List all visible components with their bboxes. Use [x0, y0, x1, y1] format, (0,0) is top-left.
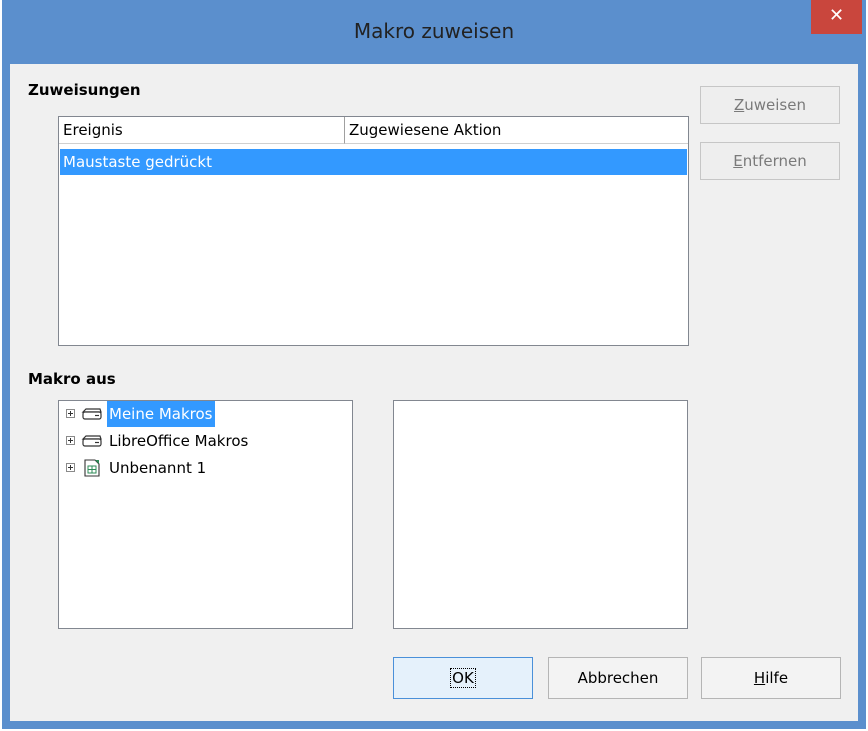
tree-item-my-macros[interactable]: Meine Makros — [59, 401, 352, 427]
macro-library-tree[interactable]: Meine Makros LibreOffice Makros Unbenann… — [58, 400, 353, 629]
tree-item-libreoffice-macros[interactable]: LibreOffice Makros — [59, 428, 352, 454]
assignments-label: Zuweisungen — [28, 81, 141, 99]
remove-button[interactable]: Entfernen — [700, 142, 840, 180]
assignments-list[interactable]: Ereignis Zugewiesene Aktion Maustaste ge… — [58, 116, 689, 346]
dialog-title: Makro zuweisen — [353, 19, 515, 43]
event-cell: Maustaste gedrückt — [63, 153, 212, 171]
dialog-window: Makro zuweisen ✕ Zuweisungen Ereignis Zu… — [2, 0, 866, 729]
tree-item-label: Unbenannt 1 — [109, 459, 207, 477]
tree-item-label: LibreOffice Makros — [109, 432, 249, 450]
expand-icon[interactable] — [66, 463, 75, 472]
tree-item-label: Meine Makros — [107, 401, 215, 427]
macro-from-label: Makro aus — [28, 370, 116, 388]
assign-button[interactable]: Zuweisen — [700, 86, 840, 124]
column-header-event[interactable]: Ereignis — [59, 117, 345, 144]
close-button[interactable]: ✕ — [811, 0, 862, 34]
expand-icon[interactable] — [66, 409, 75, 418]
tree-item-untitled-1[interactable]: Unbenannt 1 — [59, 455, 352, 481]
drive-icon — [81, 435, 102, 447]
title-bar[interactable]: Makro zuweisen ✕ — [2, 0, 866, 64]
spreadsheet-icon — [84, 459, 100, 477]
ok-button[interactable]: OK — [393, 657, 533, 699]
close-icon: ✕ — [828, 5, 845, 26]
expand-icon[interactable] — [66, 436, 75, 445]
column-header-action[interactable]: Zugewiesene Aktion — [345, 117, 688, 144]
cancel-button[interactable]: Abbrechen — [548, 657, 688, 699]
table-row[interactable]: Maustaste gedrückt — [60, 149, 687, 175]
drive-icon — [81, 408, 102, 420]
dialog-body: Zuweisungen Ereignis Zugewiesene Aktion … — [10, 64, 858, 721]
help-button[interactable]: Hilfe — [701, 657, 841, 699]
macro-list[interactable] — [393, 400, 688, 629]
